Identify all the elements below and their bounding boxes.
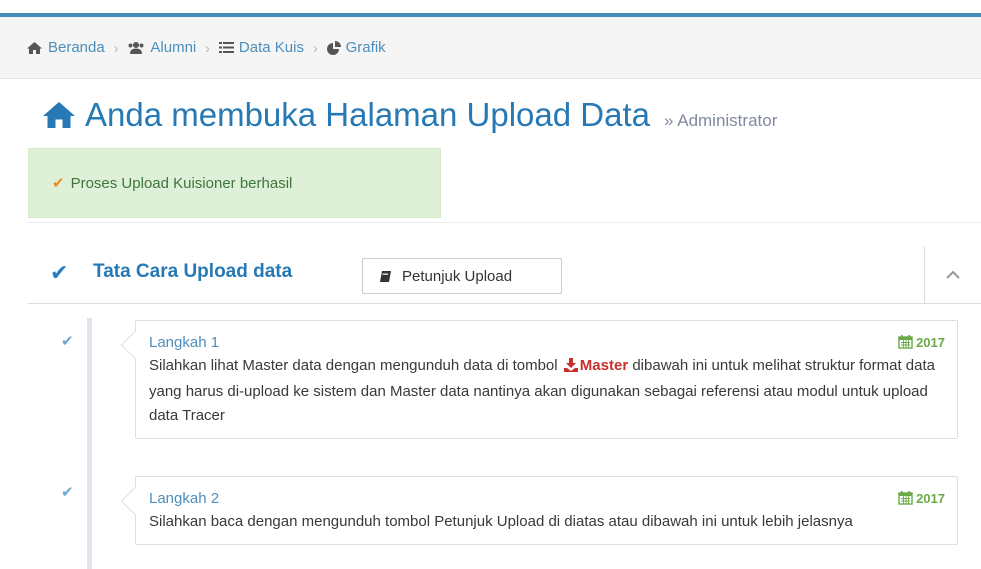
breadcrumb-beranda[interactable]: Beranda — [26, 39, 105, 56]
breadcrumb-separator: › — [312, 39, 318, 56]
breadcrumb-alumni[interactable]: Alumni — [127, 39, 196, 56]
pie-chart-icon — [326, 40, 341, 55]
breadcrumb: Beranda › Alumni › Data Kuis › Grafik — [0, 17, 981, 79]
breadcrumb-label: Data Kuis — [238, 39, 304, 56]
step-year: 2017 — [898, 335, 945, 350]
step-label: Langkah 1 — [149, 333, 220, 351]
timeline-item: Langkah 1 2017 Silahkan lihat Master dat… — [120, 320, 958, 439]
step-text: Silahkan lihat Master data dengan mengun… — [149, 354, 945, 428]
button-label: Petunjuk Upload — [402, 267, 513, 285]
check-icon: ✔ — [52, 175, 65, 192]
page-title: Anda membuka Halaman Upload Data — [85, 96, 650, 133]
alert-message: Proses Upload Kuisioner berhasil — [70, 174, 293, 192]
check-icon: ✔ — [61, 484, 74, 501]
breadcrumb-label: Grafik — [345, 39, 386, 56]
timeline-line — [87, 318, 92, 569]
year-text: 2017 — [916, 490, 945, 506]
check-icon: ✔ — [61, 333, 74, 350]
breadcrumb-data-kuis[interactable]: Data Kuis — [218, 39, 304, 56]
chevron-up-icon — [946, 266, 960, 284]
step-text-part: Silahkan lihat Master data dengan mengun… — [149, 357, 558, 374]
check-icon: ✔ — [50, 260, 69, 285]
petunjuk-upload-button[interactable]: Petunjuk Upload — [362, 258, 562, 294]
breadcrumb-label: Beranda — [48, 39, 105, 56]
home-icon — [26, 41, 43, 55]
master-link[interactable]: Master — [580, 357, 628, 374]
step-text: Silahkan baca dengan mengunduh tombol Pe… — [149, 513, 853, 530]
breadcrumb-separator: › — [205, 39, 210, 56]
calendar-icon — [898, 491, 913, 505]
page-header: Anda membuka Halaman Upload Data » Admin… — [41, 96, 777, 134]
timeline-arrow — [120, 330, 150, 360]
collapse-toggle[interactable] — [924, 246, 981, 303]
timeline-item: Langkah 2 2017 Silahkan baca dengan meng… — [120, 476, 958, 545]
widget-header: ✔ Tata Cara Upload data Petunjuk Upload — [28, 246, 981, 304]
breadcrumb-separator: › — [113, 39, 119, 56]
users-icon — [127, 41, 145, 55]
home-icon — [41, 100, 77, 130]
step-year: 2017 — [898, 491, 945, 506]
book-icon — [379, 270, 392, 283]
timeline-arrow — [120, 486, 150, 516]
widget-title: Tata Cara Upload data — [93, 261, 293, 282]
step-label: Langkah 2 — [149, 489, 220, 507]
download-icon — [563, 356, 578, 380]
divider — [28, 222, 981, 223]
breadcrumb-label: Alumni — [150, 39, 197, 56]
list-icon — [218, 41, 234, 54]
year-text: 2017 — [916, 334, 945, 350]
page-subtitle: » Administrator — [663, 111, 778, 130]
breadcrumb-grafik[interactable]: Grafik — [326, 39, 386, 56]
calendar-icon — [898, 335, 913, 349]
success-alert: ✔ Proses Upload Kuisioner berhasil — [28, 148, 441, 218]
